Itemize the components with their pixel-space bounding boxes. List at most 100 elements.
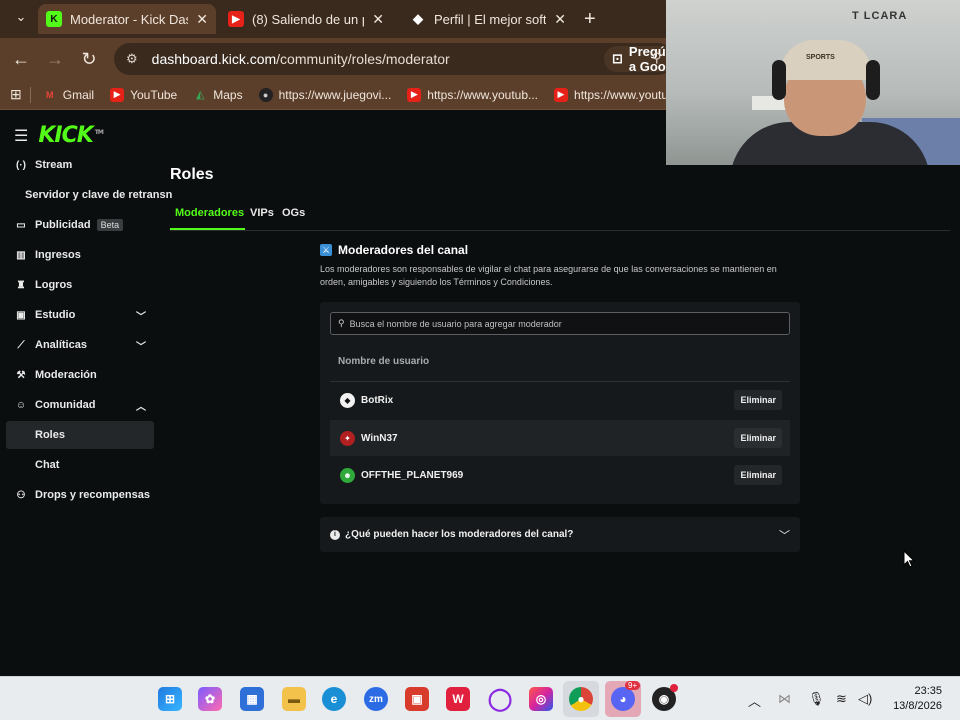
remove-moderator-button[interactable]: Eliminar: [734, 428, 782, 448]
bookmark-maps[interactable]: ◭ Maps: [193, 88, 243, 102]
chevron-down-icon[interactable]: ﹀: [779, 527, 790, 543]
close-tab-icon[interactable]: ✕: [372, 11, 384, 28]
bookmark-label: YouTube: [130, 87, 178, 102]
site-info-icon[interactable]: ⚙: [126, 51, 138, 67]
sidebar-item-publicidad[interactable]: ▭ Publicidad Beta: [6, 211, 154, 239]
broadcast-icon: (·): [16, 159, 26, 171]
youtube-icon: ▶: [228, 11, 244, 27]
instagram-icon[interactable]: ◎: [529, 687, 553, 711]
trophy-icon: ♜: [16, 279, 26, 291]
studio-icon: ▣: [16, 309, 26, 321]
sidebar-item-label: Logros: [35, 279, 73, 291]
sidebar-item-comunidad[interactable]: ☺ Comunidad ︿: [6, 391, 154, 419]
wifi-icon[interactable]: ≋: [836, 691, 847, 707]
search-icon: ⚲: [338, 318, 345, 328]
bookmark-youtube[interactable]: ▶ YouTube: [110, 87, 178, 102]
sidebar-item-roles[interactable]: Roles: [6, 421, 154, 449]
logo-text: KICK: [38, 123, 93, 148]
moderator-username: WinN37: [361, 432, 398, 444]
bookmark-youtube-3[interactable]: ▶ https://www.youtub: [554, 87, 675, 102]
store-icon[interactable]: ▦: [240, 687, 264, 711]
kick-logo[interactable]: KICK TM: [38, 123, 104, 148]
sidebar-item-logros[interactable]: ♜ Logros: [6, 271, 154, 299]
sidebar-item-chat[interactable]: Chat: [6, 451, 154, 479]
clock-time: 23:35: [914, 685, 942, 697]
sidebar-item-label: Publicidad: [35, 219, 91, 231]
remove-moderator-button[interactable]: Eliminar: [734, 465, 782, 485]
sidebar-item-stream-key[interactable]: Servidor y clave de retransn: [6, 181, 172, 209]
bookmark-juegovi[interactable]: ● https://www.juegovi...: [258, 87, 391, 102]
wps-icon[interactable]: W: [446, 687, 470, 711]
windows-start-icon[interactable]: ⊞: [158, 687, 182, 711]
zoom-app-icon[interactable]: zm: [364, 687, 388, 711]
sidebar-item-label: Servidor y clave de retransn: [25, 189, 173, 201]
tab-ogs[interactable]: OGs: [282, 207, 305, 219]
faq-accordion[interactable]: i ¿Qué pueden hacer los moderadores del …: [320, 517, 800, 552]
mouse-cursor-icon: [903, 550, 915, 568]
bookmark-label: https://www.youtub...: [427, 87, 539, 102]
close-tab-icon[interactable]: ✕: [554, 11, 566, 28]
sidebar-item-label: Moderación: [35, 369, 97, 381]
section-description: Los moderadores son responsables de vigi…: [320, 264, 777, 287]
chrome-icon[interactable]: ●: [569, 687, 593, 711]
browser-tab-youtube[interactable]: ▶ (8) Saliendo de un prol ✕: [220, 4, 392, 34]
volume-icon[interactable]: ◁): [858, 691, 872, 707]
sidebar-item-stream[interactable]: (·) Stream: [6, 151, 154, 179]
moderator-row: ✦ WinN37 Eliminar: [330, 420, 790, 456]
chevron-up-icon[interactable]: ︿: [748, 691, 761, 710]
cap-text: SPORTS: [806, 54, 835, 61]
roles-tabs: Moderadores VIPs OGs: [170, 201, 950, 231]
address-bar[interactable]: ⚙ dashboard.kick.com/community/roles/mod…: [114, 43, 705, 75]
back-icon[interactable]: ←: [4, 49, 38, 70]
analytics-icon: ⟋: [17, 339, 25, 351]
clock-date: 13/8/2026: [893, 700, 942, 712]
edge-icon[interactable]: e: [322, 687, 346, 711]
clock[interactable]: 23:35 13/8/2026: [890, 684, 942, 714]
tab-title: (8) Saliendo de un prol: [252, 11, 364, 27]
community-icon: ☺: [15, 399, 27, 411]
active-tab-indicator: [170, 228, 245, 230]
tab-moderadores[interactable]: Moderadores: [175, 207, 244, 219]
reload-icon[interactable]: ↻: [72, 49, 106, 70]
moderator-search-input[interactable]: [349, 318, 770, 329]
circle-app-icon[interactable]: ◯: [488, 686, 513, 711]
drops-icon: ⚇: [16, 489, 26, 501]
sidebar-item-moderacion[interactable]: ⚒ Moderación: [6, 361, 154, 389]
discord-icon[interactable]: ◕: [611, 687, 635, 711]
copilot-icon[interactable]: ✿: [198, 687, 222, 711]
zoom-icon[interactable]: ⚲: [652, 50, 662, 66]
file-explorer-icon[interactable]: ▬: [282, 687, 306, 711]
tab-search-chevron-icon[interactable]: ⌄: [4, 9, 38, 25]
forward-icon[interactable]: →: [38, 49, 72, 70]
bookmark-gmail[interactable]: M Gmail: [43, 88, 94, 102]
new-tab-icon[interactable]: +: [584, 8, 596, 31]
wrench-icon: ⚒: [16, 369, 26, 381]
apps-grid-icon[interactable]: ⊞: [10, 86, 22, 103]
chevron-up-icon: ︿: [136, 401, 146, 413]
sidebar-item-label: Analíticas: [35, 339, 87, 351]
office-icon[interactable]: ▣: [405, 687, 429, 711]
microphone-icon[interactable]: 🎙: [808, 691, 825, 707]
webcam-overlay: T LCARA SPORTS: [666, 0, 960, 165]
menu-icon[interactable]: ☰: [14, 126, 28, 146]
tab-vips[interactable]: VIPs: [250, 207, 274, 219]
close-tab-icon[interactable]: ✕: [196, 11, 208, 28]
bookmark-label: https://www.youtub: [574, 87, 675, 102]
section-header: ⚔ Moderadores del canal: [320, 243, 468, 257]
beta-badge: Beta: [96, 219, 124, 231]
sidebar-item-estudio[interactable]: ▣ Estudio ﹀: [6, 301, 154, 329]
remove-moderator-button[interactable]: Eliminar: [734, 390, 782, 410]
chevron-down-icon: ﹀: [136, 341, 146, 353]
search-box[interactable]: ⚲: [330, 312, 790, 335]
vs-icon[interactable]: ⋈: [778, 691, 791, 707]
moderator-row: ◆ BotRix Eliminar: [330, 382, 790, 418]
browser-tab-kick[interactable]: K Moderator - Kick Dashb ✕: [38, 4, 216, 34]
headset-left: [772, 60, 786, 100]
sidebar-item-analiticas[interactable]: ⟋ Analíticas ﹀: [6, 331, 154, 359]
sidebar-item-ingresos[interactable]: ▥ Ingresos: [6, 241, 154, 269]
bookmark-youtube-2[interactable]: ▶ https://www.youtub...: [407, 87, 539, 102]
sidebar-item-drops[interactable]: ⚇ Drops y recompensas: [6, 481, 154, 509]
headset-right: [866, 60, 880, 100]
avatar: ◆: [340, 392, 355, 408]
browser-tab-profile[interactable]: ◆ Perfil | El mejor softwar ✕: [402, 4, 574, 34]
